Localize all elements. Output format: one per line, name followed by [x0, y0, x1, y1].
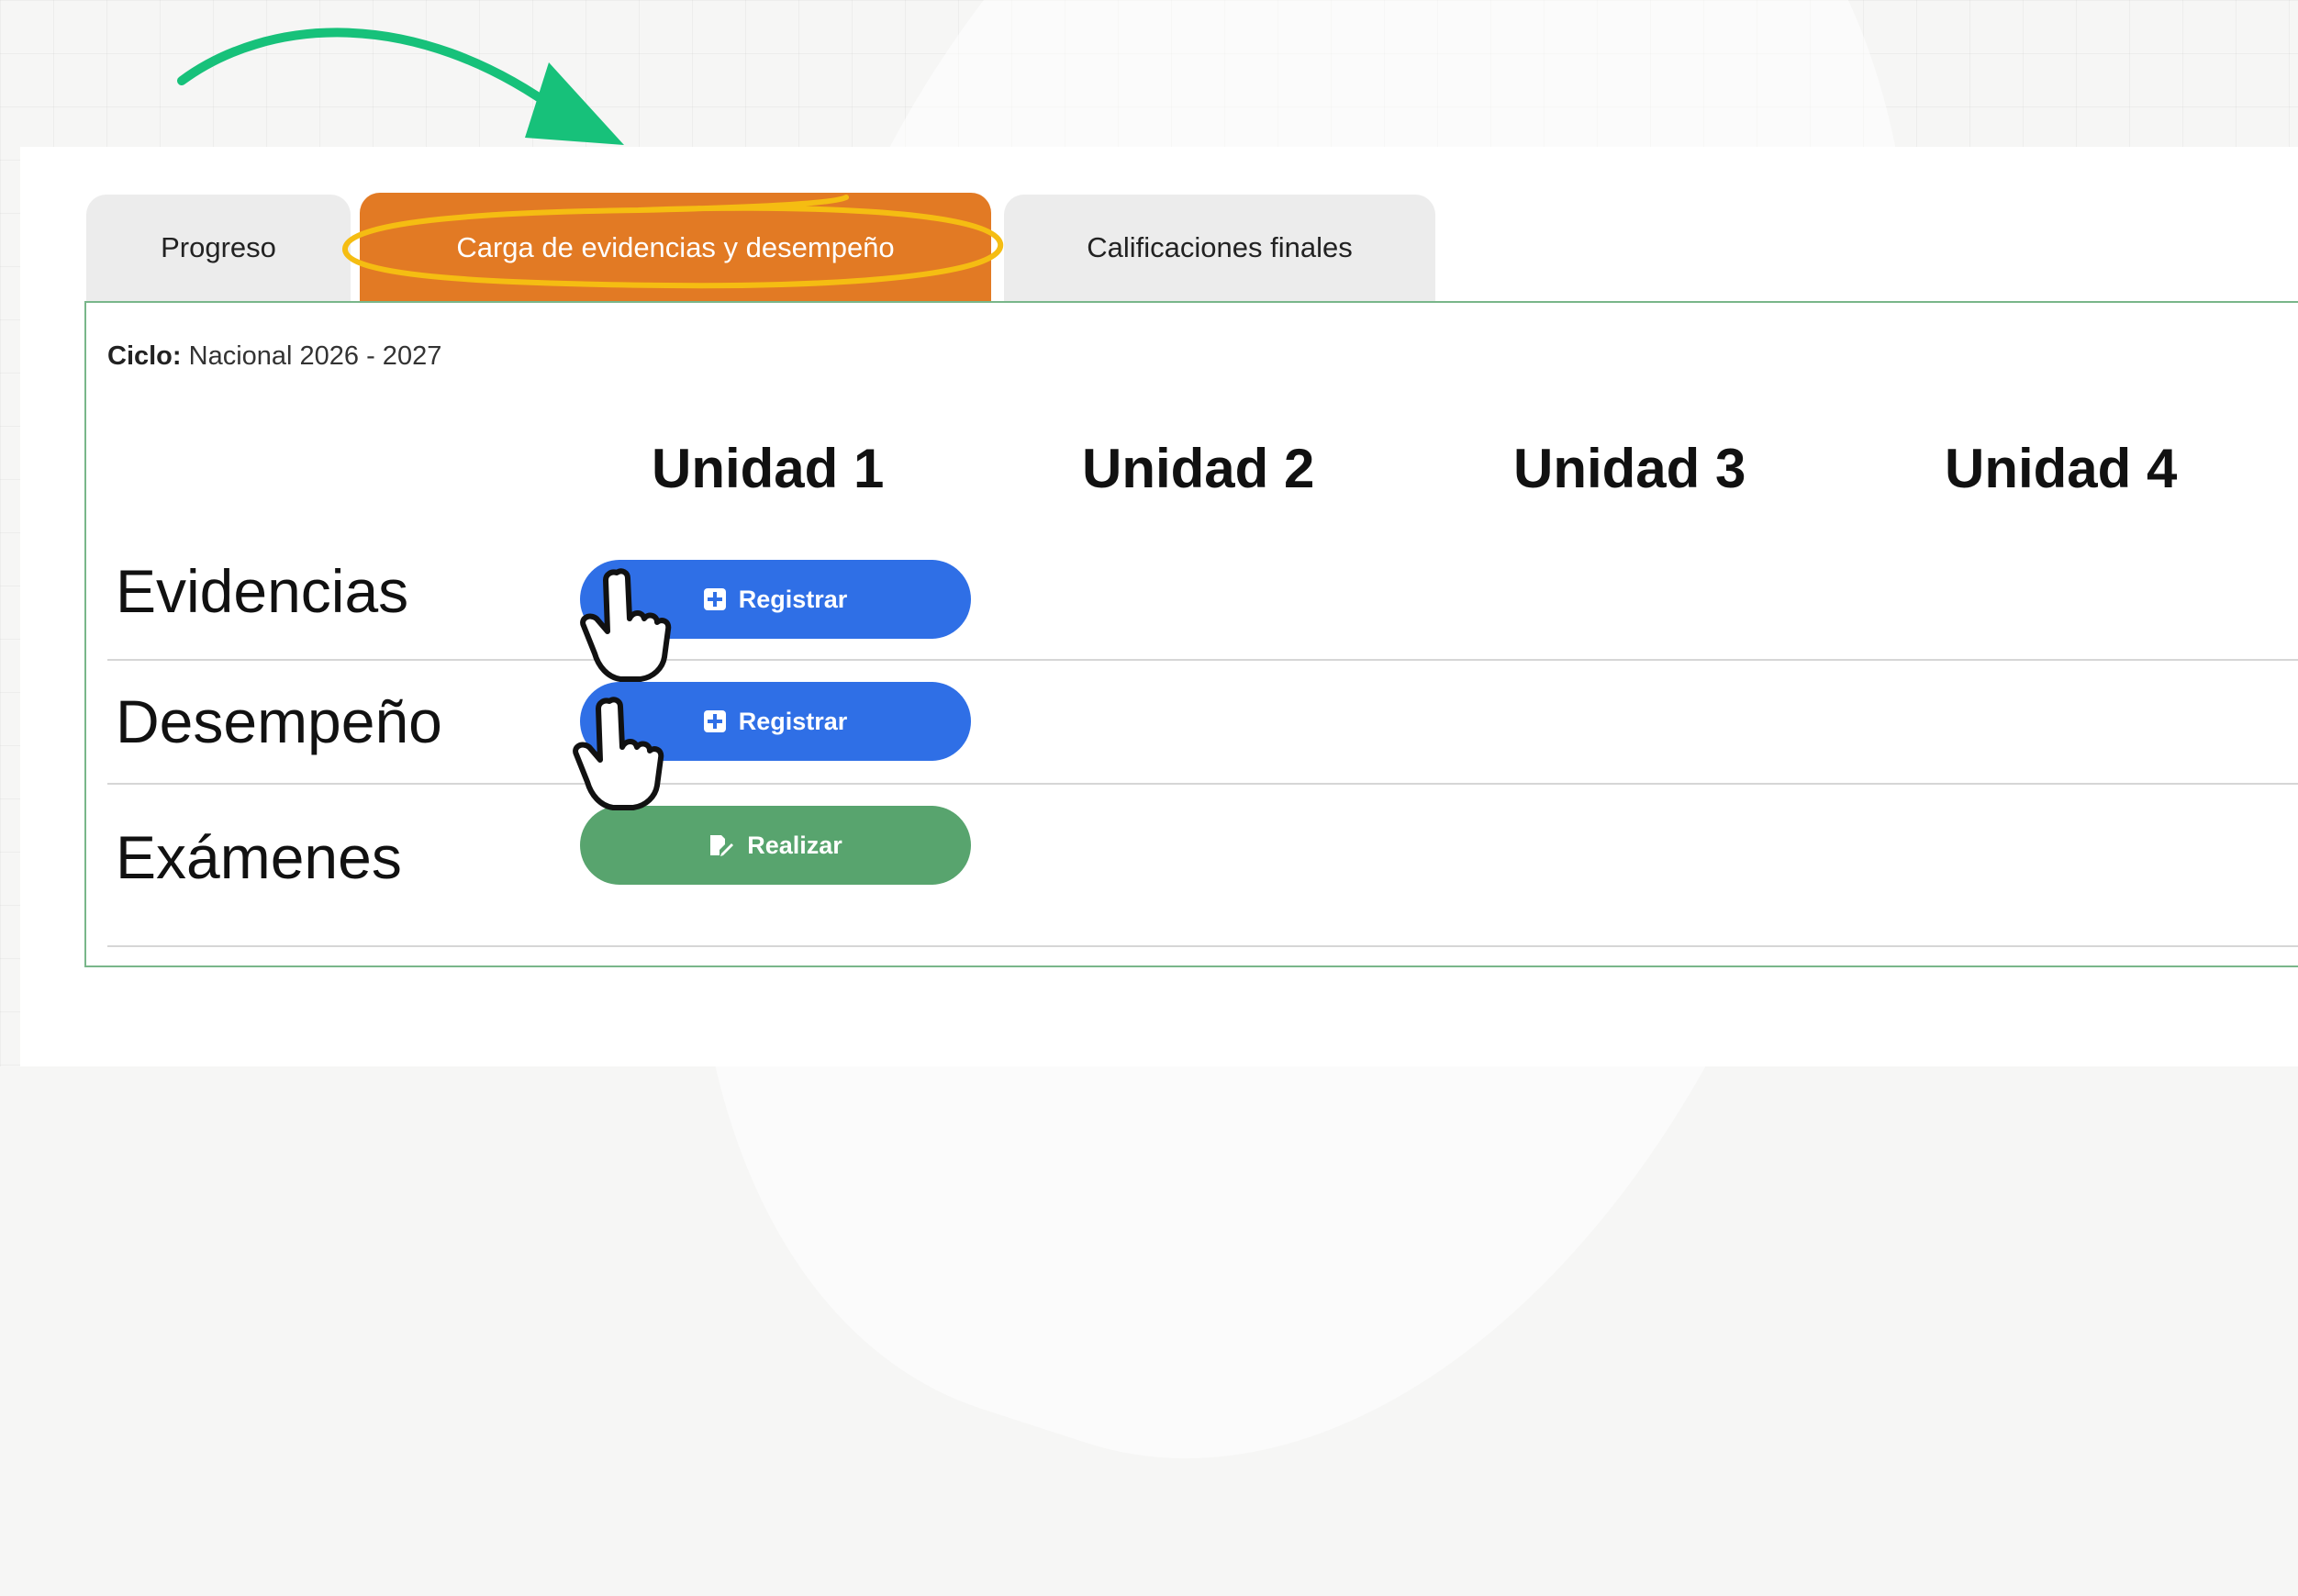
tab-carga-evidencias[interactable]: Carga de evidencias y desempeño	[360, 193, 991, 303]
tab-label: Progreso	[161, 231, 276, 263]
plus-square-icon	[703, 588, 726, 610]
edit-document-icon	[710, 835, 734, 856]
registrar-evidencias-button[interactable]: Registrar	[580, 560, 971, 639]
cycle-info: Ciclo: Nacional 2026 - 2027	[107, 341, 441, 372]
registrar-desempeno-button[interactable]: Registrar	[580, 682, 971, 761]
tab-calificaciones-finales[interactable]: Calificaciones finales	[1004, 195, 1435, 301]
content-box	[84, 301, 2298, 967]
button-label: Registrar	[738, 585, 848, 613]
unit-header-2: Unidad 2	[1082, 438, 1315, 499]
row-divider	[107, 783, 2298, 785]
unit-header-4: Unidad 4	[1945, 438, 2178, 499]
button-label: Registrar	[738, 707, 848, 735]
tab-progreso[interactable]: Progreso	[86, 195, 351, 301]
row-divider	[107, 659, 2298, 661]
cycle-label: Ciclo:	[107, 341, 182, 371]
row-divider	[107, 945, 2298, 947]
row-label-evidencias: Evidencias	[116, 557, 409, 625]
realizar-examenes-button[interactable]: Realizar	[580, 806, 971, 885]
unit-header-1: Unidad 1	[652, 438, 885, 499]
row-label-examenes: Exámenes	[116, 823, 402, 891]
button-label: Realizar	[747, 831, 842, 859]
tab-label: Calificaciones finales	[1087, 231, 1353, 263]
tab-label: Carga de evidencias y desempeño	[456, 231, 895, 263]
plus-square-icon	[703, 710, 726, 732]
cycle-value: Nacional 2026 - 2027	[188, 341, 442, 371]
row-label-desempeno: Desempeño	[116, 687, 442, 755]
unit-header-3: Unidad 3	[1513, 438, 1746, 499]
